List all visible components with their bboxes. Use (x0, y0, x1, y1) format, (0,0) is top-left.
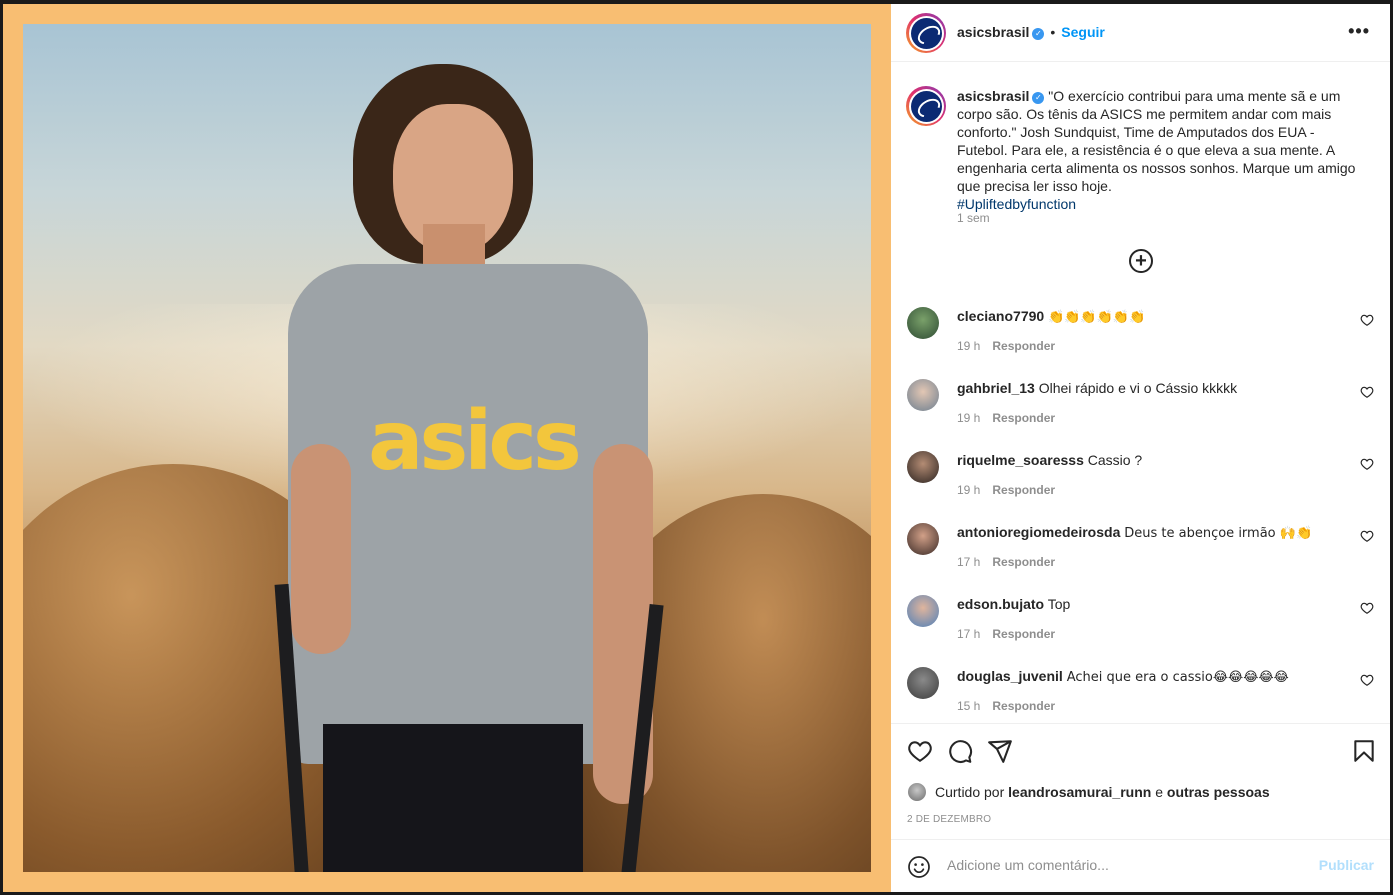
bookmark-save-icon[interactable] (1351, 738, 1377, 764)
asics-logo-icon (910, 90, 942, 122)
avatar-inner (908, 88, 944, 124)
comment-input[interactable] (947, 857, 1287, 873)
liked-by-and: e (1155, 784, 1163, 800)
header-author-line: asicsbrasil ✓ • Seguir (957, 24, 1105, 40)
separator-dot: • (1050, 24, 1056, 40)
author-avatar[interactable] (906, 13, 946, 53)
post-actions-section: Curtido por leandrosamurai_runn e outras… (891, 723, 1390, 892)
comment-time[interactable]: 19 h (957, 411, 980, 425)
caption-hashtag-link[interactable]: #Upliftedbyfunction (957, 196, 1076, 212)
comment-text: Cassio ? (1087, 452, 1143, 468)
heart-icon[interactable] (1360, 673, 1374, 687)
comment-time[interactable]: 15 h (957, 699, 980, 713)
author-username[interactable]: asicsbrasil (957, 24, 1029, 40)
verified-badge-icon: ✓ (1032, 92, 1045, 104)
comment-meta: 15 h Responder (957, 699, 1055, 713)
comment-reply-button[interactable]: Responder (992, 555, 1055, 569)
heart-icon[interactable] (1360, 601, 1374, 615)
avatar-inner (908, 15, 944, 51)
comment-body: douglas_juvenil Achei que era o cassio😂😂… (957, 667, 1357, 687)
comment-reply-button[interactable]: Responder (992, 627, 1055, 641)
comment-avatar[interactable] (907, 667, 939, 699)
caption-author-avatar[interactable] (906, 86, 946, 126)
comment-text: Achei que era o cassio😂😂😂😂😂 (1066, 670, 1289, 685)
heart-icon[interactable] (1360, 313, 1374, 327)
liked-by-username[interactable]: leandrosamurai_runn (1008, 784, 1151, 800)
comment-time[interactable]: 17 h (957, 627, 980, 641)
comment-item: riquelme_soaresss Cassio ? 19 h Responder (891, 451, 1390, 523)
caption-author-username[interactable]: asicsbrasil (957, 88, 1029, 104)
comment-username[interactable]: edson.bujato (957, 596, 1044, 612)
comment-avatar[interactable] (907, 379, 939, 411)
comment-text: Olhei rápido e vi o Cássio kkkkk (1038, 380, 1238, 396)
comment-body: gahbriel_13 Olhei rápido e vi o Cássio k… (957, 379, 1357, 397)
heart-icon[interactable] (1360, 457, 1374, 471)
comment-text: Top (1047, 596, 1071, 612)
comment-avatar[interactable] (907, 595, 939, 627)
comment-body: antonioregiomedeirosda Deus te abençoe i… (957, 523, 1357, 543)
comment-reply-button[interactable]: Responder (992, 699, 1055, 713)
comment-meta: 19 h Responder (957, 339, 1055, 353)
comment-body: riquelme_soaresss Cassio ? (957, 451, 1357, 469)
publish-button[interactable]: Publicar (1319, 857, 1374, 873)
post-date[interactable]: 2 DE DEZEMBRO (907, 814, 991, 825)
comment-avatar[interactable] (907, 307, 939, 339)
post-side-panel: asicsbrasil ✓ • Seguir ••• asicsbrasil ✓ "O … (891, 4, 1390, 892)
post-image-frame: asics (3, 4, 891, 892)
comment-meta: 17 h Responder (957, 555, 1055, 569)
comment-username[interactable]: cleciano7790 (957, 308, 1044, 324)
follow-button[interactable]: Seguir (1061, 24, 1105, 40)
comment-item: edson.bujato Top 17 h Responder (891, 595, 1390, 667)
comment-text: Deus te abençoe irmão 🙌👏 (1124, 526, 1313, 541)
caption-timestamp[interactable]: 1 sem (957, 211, 990, 225)
comments-scroll-area[interactable]: asicsbrasil ✓ "O exercício contribui para… (891, 63, 1390, 723)
more-options-icon[interactable]: ••• (1348, 21, 1370, 42)
comment-meta: 19 h Responder (957, 483, 1055, 497)
comment-meta: 19 h Responder (957, 411, 1055, 425)
comment-item: gahbriel_13 Olhei rápido e vi o Cássio k… (891, 379, 1390, 451)
comment-time[interactable]: 19 h (957, 483, 980, 497)
like-heart-icon[interactable] (907, 738, 933, 764)
comment-time[interactable]: 19 h (957, 339, 980, 353)
comment-username[interactable]: riquelme_soaresss (957, 452, 1084, 468)
comment-body: edson.bujato Top (957, 595, 1357, 613)
comment-body: cleciano7790 👏👏👏👏👏👏 (957, 307, 1357, 327)
comment-username[interactable]: antonioregiomedeirosda (957, 524, 1120, 540)
comment-meta: 17 h Responder (957, 627, 1055, 641)
comment-text: 👏👏👏👏👏👏 (1048, 310, 1146, 325)
comment-time[interactable]: 17 h (957, 555, 980, 569)
liked-by-avatar[interactable] (907, 782, 927, 802)
liked-by-others-link[interactable]: outras pessoas (1167, 784, 1270, 800)
image-person-pants (323, 724, 583, 872)
comment-username[interactable]: gahbriel_13 (957, 380, 1035, 396)
emoji-smiley-icon[interactable] (907, 855, 931, 879)
liked-by-line: Curtido por leandrosamurai_runn e outras… (907, 782, 1270, 802)
verified-badge-icon: ✓ (1032, 28, 1045, 40)
comment-avatar[interactable] (907, 451, 939, 483)
add-comment-bar: Publicar (891, 839, 1390, 893)
comment-bubble-icon[interactable] (947, 738, 973, 764)
comment-reply-button[interactable]: Responder (992, 483, 1055, 497)
load-more-comments-button[interactable]: + (1129, 249, 1153, 273)
comment-item: douglas_juvenil Achei que era o cassio😂😂… (891, 667, 1390, 723)
image-shirt-logo: asics (368, 394, 582, 489)
comment-username[interactable]: douglas_juvenil (957, 668, 1063, 684)
heart-icon[interactable] (1360, 385, 1374, 399)
share-send-icon[interactable] (987, 738, 1013, 764)
comment-reply-button[interactable]: Responder (992, 339, 1055, 353)
comment-item: antonioregiomedeirosda Deus te abençoe i… (891, 523, 1390, 595)
post-image[interactable]: asics (23, 24, 871, 872)
comment-avatar[interactable] (907, 523, 939, 555)
post-caption: asicsbrasil ✓ "O exercício contribui para… (957, 87, 1357, 213)
comment-reply-button[interactable]: Responder (992, 411, 1055, 425)
image-person-arm-left (291, 444, 351, 654)
liked-by-prefix: Curtido por (935, 784, 1005, 800)
comment-item: cleciano7790 👏👏👏👏👏👏 19 h Responder (891, 307, 1390, 379)
heart-icon[interactable] (1360, 529, 1374, 543)
asics-logo-icon (910, 17, 942, 49)
post-header: asicsbrasil ✓ • Seguir ••• (891, 4, 1390, 62)
post-modal: asics asicsbrasil ✓ • Seguir ••• asicsbras (0, 0, 1393, 895)
